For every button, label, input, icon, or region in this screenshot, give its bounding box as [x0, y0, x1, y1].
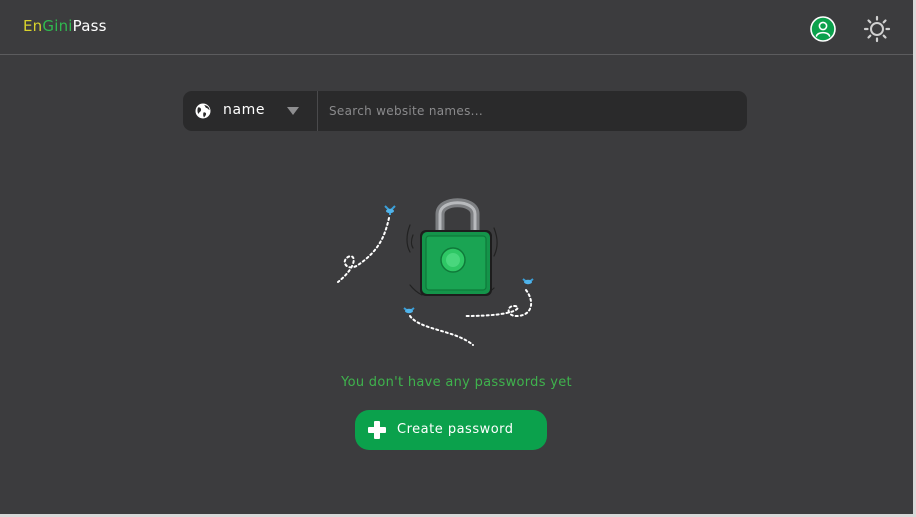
- logo-part-en: En: [23, 17, 43, 35]
- chevron-down-icon: [287, 107, 299, 115]
- app-window: EnGiniPass name Search website names... …: [0, 0, 916, 517]
- app-logo: EnGiniPass: [23, 17, 107, 35]
- plus-icon: [368, 421, 386, 439]
- sun-icon: [863, 15, 891, 43]
- user-circle-icon: [810, 16, 836, 42]
- logo-part-pass: Pass: [72, 17, 107, 35]
- logo-part-gini: Gini: [42, 17, 73, 35]
- app-header: EnGiniPass: [0, 0, 913, 55]
- bug-2: [522, 278, 534, 285]
- empty-state-message: You don't have any passwords yet: [341, 375, 572, 390]
- create-password-label: Create password: [397, 422, 514, 437]
- search-field-selector-label: name: [223, 102, 266, 118]
- create-password-button[interactable]: Create password: [355, 410, 547, 450]
- globe-icon: [195, 103, 211, 119]
- bug-1: [384, 205, 396, 215]
- theme-toggle-button[interactable]: [863, 15, 891, 43]
- bug-3: [403, 307, 415, 314]
- profile-button[interactable]: [810, 16, 836, 42]
- locked-padlock-illustration: [337, 198, 534, 346]
- search-input[interactable]: [319, 91, 749, 131]
- search-field-selector[interactable]: name: [183, 91, 318, 131]
- search-bar: name: [183, 91, 749, 131]
